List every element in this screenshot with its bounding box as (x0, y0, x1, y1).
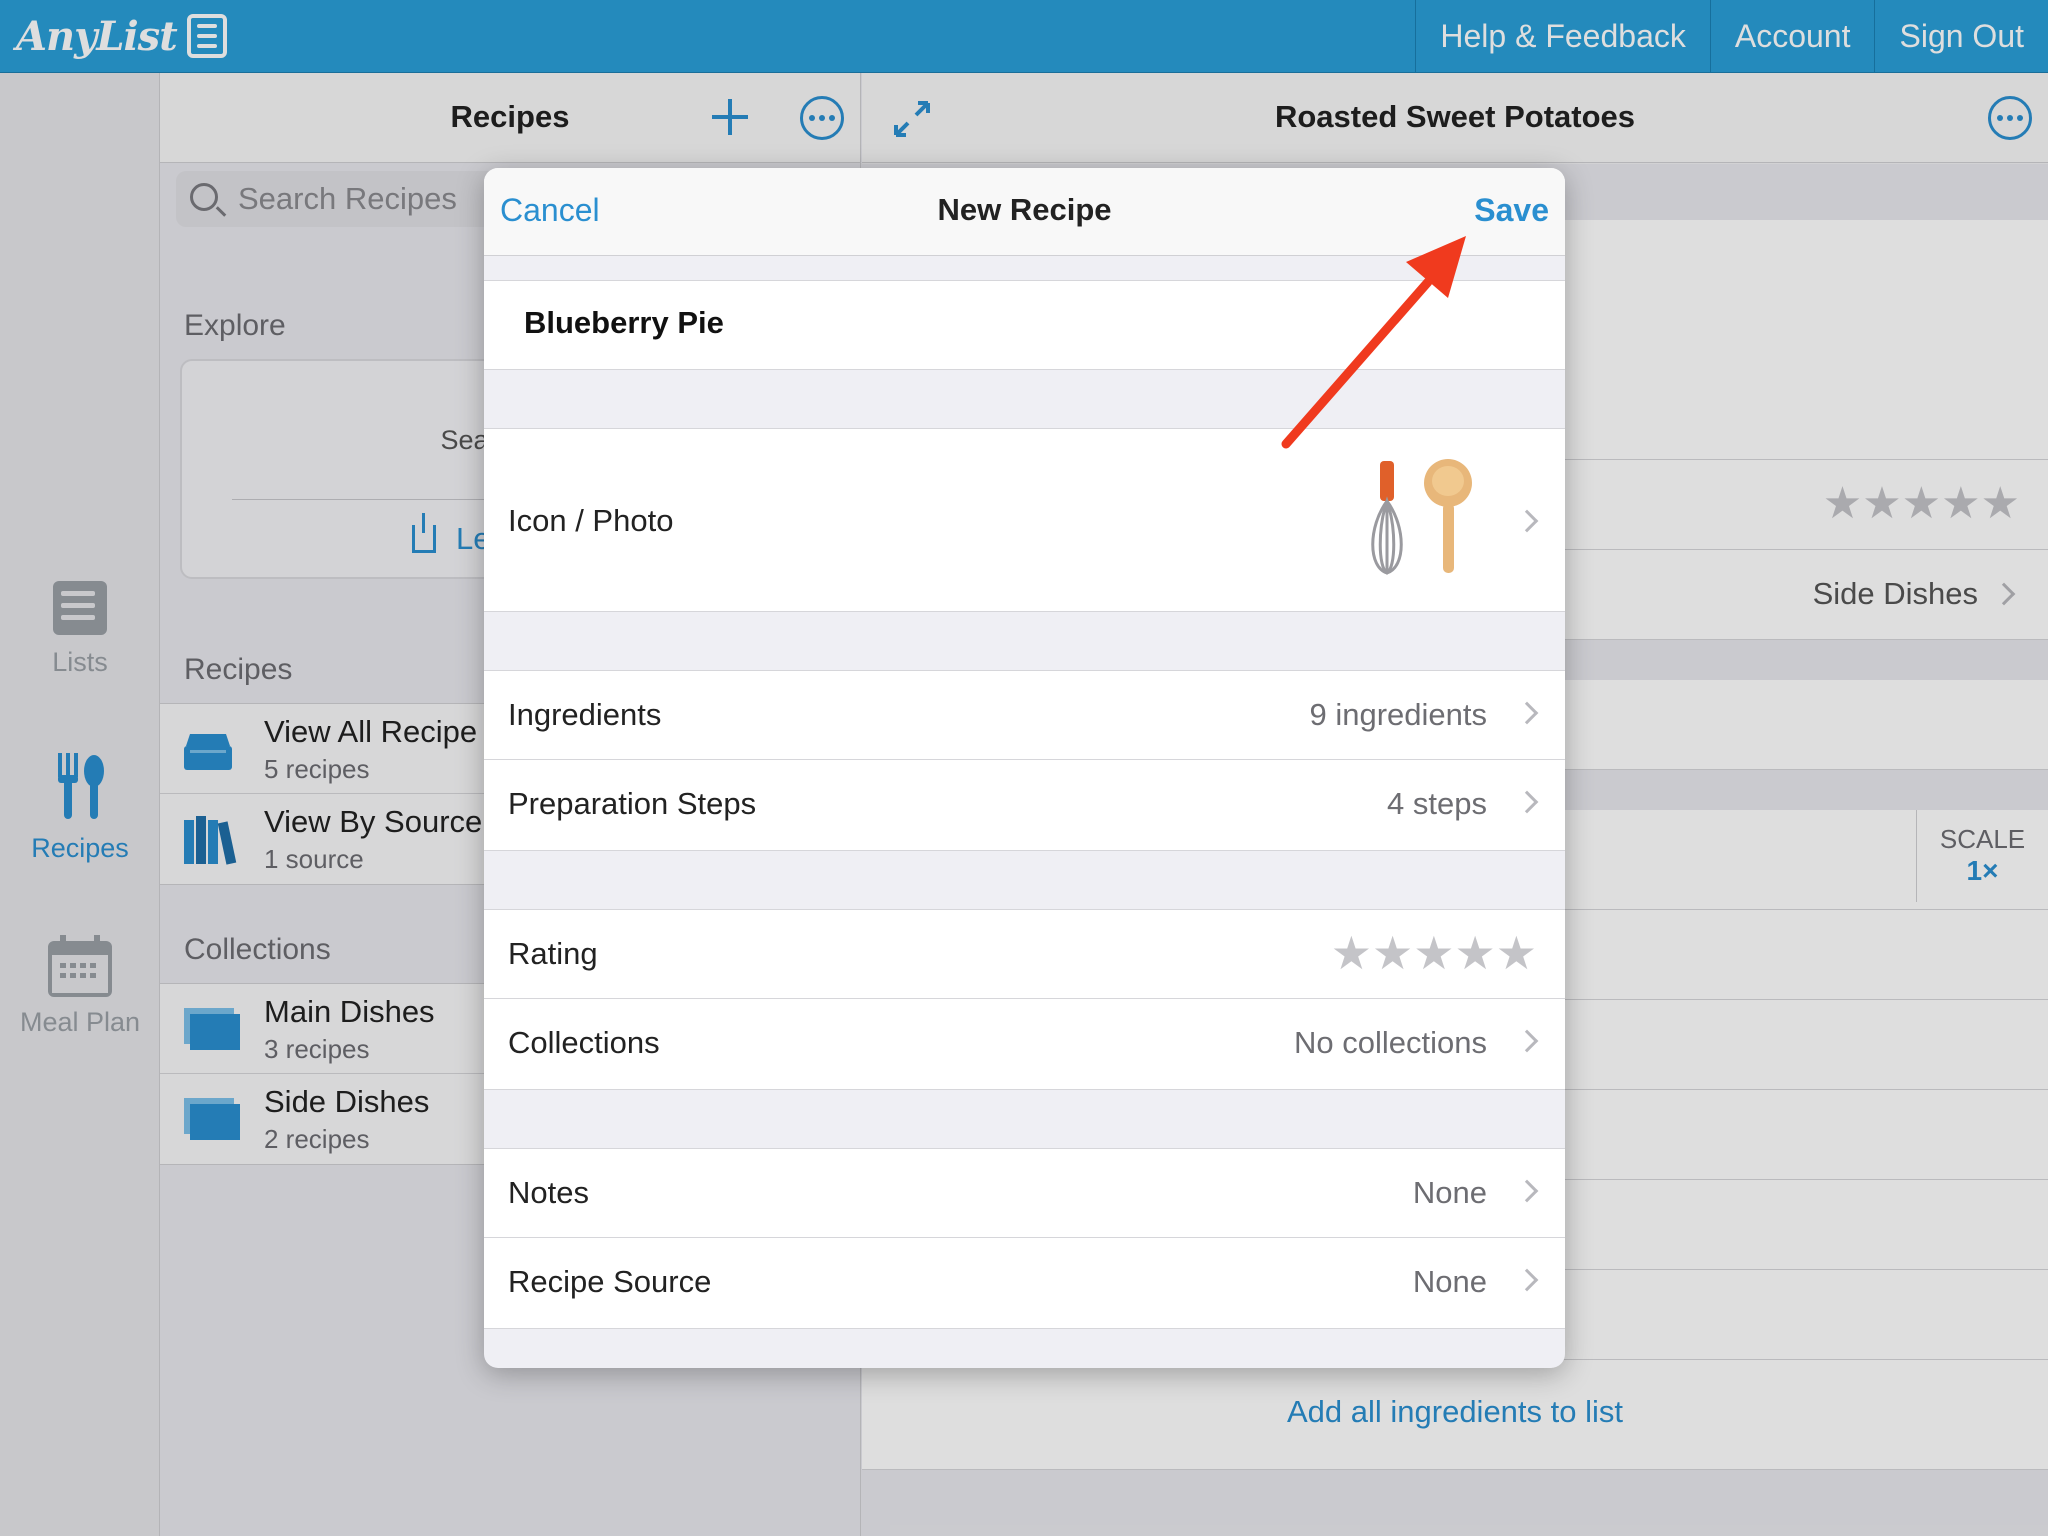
save-button[interactable]: Save (1474, 192, 1549, 229)
steps-value: 4 steps (1387, 786, 1487, 821)
chevron-right-icon (1515, 701, 1539, 725)
chevron-right-icon (1515, 509, 1539, 533)
ingredients-row[interactable]: Ingredients 9 ingredients (484, 671, 1565, 760)
chevron-right-icon (1515, 1268, 1539, 1292)
rating-collections-group: Rating ★★★★★ Collections No collections (484, 909, 1565, 1090)
chevron-right-icon (1515, 1029, 1539, 1053)
chevron-right-icon (1515, 790, 1539, 814)
icon-photo-label: Icon / Photo (508, 503, 674, 538)
recipe-name-value: Blueberry Pie (524, 305, 724, 340)
notes-value: None (1412, 1175, 1487, 1210)
ingredients-value: 9 ingredients (1309, 697, 1487, 732)
rating-stars[interactable]: ★★★★★ (1331, 926, 1537, 980)
recipe-source-label: Recipe Source (508, 1264, 712, 1299)
recipe-name-field[interactable]: Blueberry Pie (484, 280, 1565, 370)
collections-row[interactable]: Collections No collections (484, 999, 1565, 1088)
preparation-steps-row[interactable]: Preparation Steps 4 steps (484, 760, 1565, 849)
collections-value: No collections (1294, 1025, 1487, 1060)
new-recipe-modal: Cancel New Recipe Save Blueberry Pie Ico… (484, 168, 1565, 1368)
ingredients-steps-group: Ingredients 9 ingredients Preparation St… (484, 670, 1565, 851)
rating-label: Rating (508, 936, 598, 971)
whisk-spoon-icon (1371, 459, 1472, 575)
notes-source-group: Notes None Recipe Source None (484, 1148, 1565, 1329)
steps-label: Preparation Steps (508, 786, 757, 821)
chevron-right-icon (1515, 1179, 1539, 1203)
collections-label: Collections (508, 1025, 660, 1060)
modal-header: Cancel New Recipe Save (484, 168, 1565, 256)
icon-photo-row[interactable]: Icon / Photo (484, 428, 1565, 612)
rating-row: Rating ★★★★★ (484, 910, 1565, 999)
modal-title: New Recipe (937, 192, 1112, 227)
notes-row[interactable]: Notes None (484, 1149, 1565, 1238)
notes-label: Notes (508, 1175, 589, 1210)
recipe-source-value: None (1412, 1264, 1487, 1299)
recipe-source-row[interactable]: Recipe Source None (484, 1238, 1565, 1327)
ingredients-label: Ingredients (508, 697, 662, 732)
